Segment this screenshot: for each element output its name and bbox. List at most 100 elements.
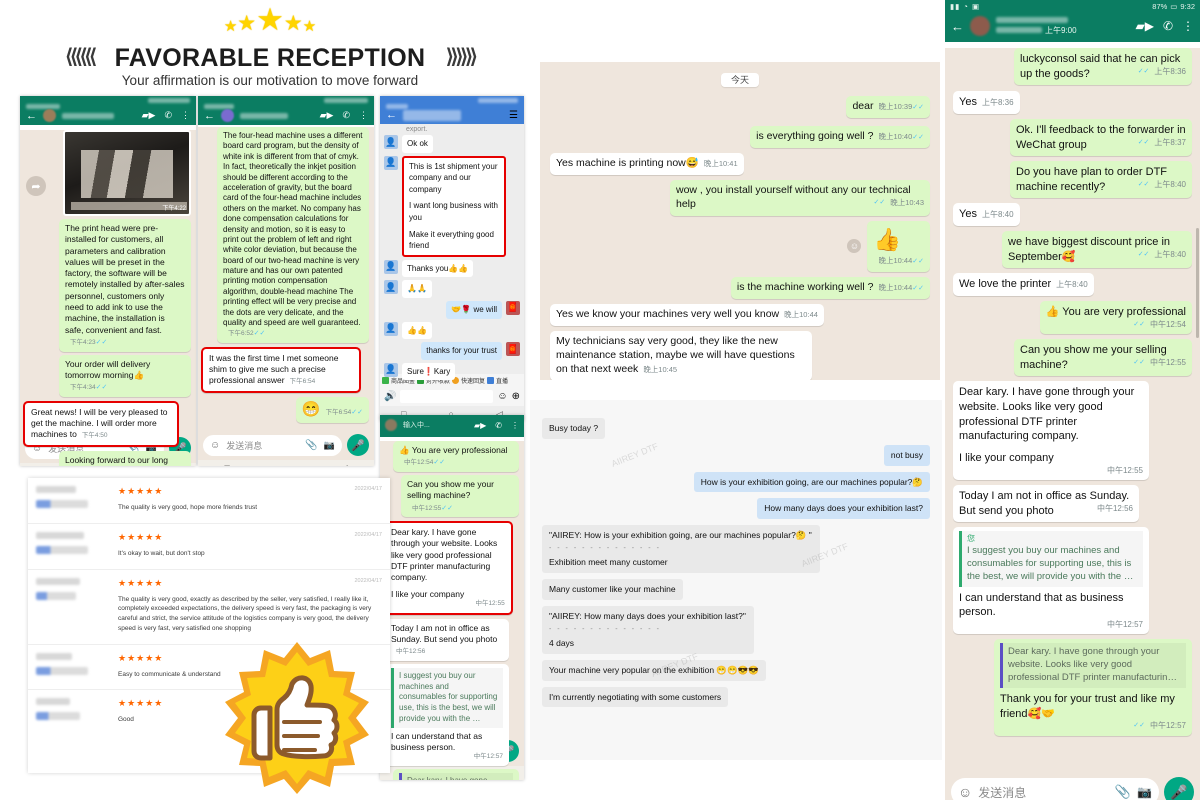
message-input[interactable]: ☺ 发送消息 📎 📷 [203, 434, 342, 456]
avatar[interactable]: 👤 [384, 362, 398, 377]
more-options-icon[interactable]: ⋮ [511, 421, 519, 430]
message-time: 中午12:56 [1096, 503, 1133, 513]
camera-icon[interactable]: 📷 [1137, 785, 1152, 799]
mic-icon[interactable]: 🎤 [1164, 777, 1194, 800]
message-text: Thank you for your trust and like my fri… [1000, 692, 1175, 720]
phone-icon[interactable]: ✆ [342, 110, 350, 121]
circle-icon[interactable]: ○ [283, 463, 288, 466]
voice-icon[interactable]: 🔊 [384, 391, 396, 402]
read-receipt-icon: ✓✓ [441, 504, 454, 512]
message-time: 上午8:40 [1154, 179, 1186, 189]
square-icon[interactable]: □ [224, 463, 229, 466]
message-time: 晚上10:45 [643, 364, 678, 374]
message-image[interactable]: 下午4:22 [63, 130, 191, 216]
review-date: 2022/04/17 [354, 531, 382, 538]
star-icon: ★ [283, 12, 303, 35]
avatar[interactable]: 👤 [384, 259, 398, 274]
message-text: dear [852, 100, 874, 112]
avatar[interactable]: 🧧 [506, 300, 520, 315]
video-call-icon[interactable]: ▰▶ [1135, 19, 1153, 33]
message-text: Ok ok [402, 135, 433, 153]
forward-icon[interactable]: ➦ [26, 176, 46, 196]
avatar[interactable]: 👤 [384, 135, 398, 149]
typing-status: 输入中... [403, 422, 430, 429]
message-time: 中午12:55 [412, 504, 442, 512]
message-text: Today I am not in office as Sunday. But … [391, 622, 498, 644]
message-text: Thanks you👍👍 [402, 259, 474, 278]
chat-panel-1: ← ▰▶ ✆ ⋮ ➦ 下午4:22 The print head were pr… [20, 96, 196, 466]
video-call-icon[interactable]: ▰▶ [320, 110, 334, 121]
message-text: Dear kary. I have gone through your webs… [959, 386, 1135, 443]
more-options-icon[interactable]: ⋮ [181, 110, 190, 121]
plus-icon[interactable]: ⊕ [512, 391, 520, 402]
avatar[interactable] [221, 109, 234, 122]
reviewer-badge [36, 500, 88, 508]
message-time: 上午8:37 [1154, 137, 1186, 147]
review-text: The quality is very good, exactly as des… [118, 595, 372, 632]
message-time: 中午12:54 [404, 459, 434, 467]
message-text: 🙏🙏 [402, 280, 432, 298]
message-text: Yes [959, 208, 977, 221]
table-row: ★★★★★ 2022/04/17 The quality is very good… [28, 570, 390, 645]
message-text: The four-head machine uses a different b… [223, 131, 363, 328]
reviewer-name [36, 577, 80, 585]
read-receipt-icon: ✓✓ [912, 258, 924, 266]
read-receipt-icon: ✓✓ [95, 384, 108, 392]
reaction-icon[interactable]: ☺ [847, 239, 862, 254]
avatar[interactable] [970, 16, 990, 36]
back-arrow-icon[interactable]: ← [386, 109, 397, 121]
menu-icon[interactable]: ☰ [509, 110, 518, 121]
message-text: 🤝🌹 we will [446, 300, 502, 319]
message-time: 下午4:34 [70, 384, 96, 392]
message-text: Busy today ? [542, 418, 606, 439]
scrollbar[interactable] [1196, 228, 1199, 338]
triangle-back-icon[interactable]: ◁ [341, 463, 348, 467]
avatar[interactable]: 👤 [384, 280, 398, 295]
message-text: 👍 You are very professional [1045, 305, 1186, 318]
avatar[interactable]: 👤 [384, 321, 398, 336]
avatar[interactable]: 🧧 [506, 342, 520, 357]
review-date: 2022/04/17 [354, 577, 382, 584]
message-text: not busy [883, 444, 930, 466]
more-options-icon[interactable]: ⋮ [1182, 19, 1194, 33]
message-text: Yes [959, 96, 977, 109]
attach-icon[interactable]: 📎 [1115, 784, 1131, 800]
message-input[interactable] [400, 390, 494, 403]
attach-icon[interactable]: 📎 [305, 440, 317, 451]
camera-icon[interactable]: 📷 [324, 440, 335, 451]
message-time: 中午12:56 [396, 648, 426, 656]
back-arrow-icon[interactable]: ← [26, 110, 37, 122]
message-text: I'm currently negotiating with some cust… [542, 686, 729, 708]
back-arrow-icon[interactable]: ← [951, 19, 964, 34]
message-time: 晚上10:43 [890, 197, 924, 207]
message-text: I want long business with you [409, 201, 498, 222]
message-text: How is your exhibition going, are our ma… [693, 471, 930, 493]
chat-topbar: ← 上午9:00 ▰▶ ✆ ⋮ [945, 13, 1200, 42]
page-title: FAVORABLE RECEPTION [114, 44, 426, 72]
message-time: 上午8:36 [981, 98, 1014, 108]
emoji-icon[interactable]: ☺ [497, 391, 507, 402]
avatar[interactable] [385, 419, 397, 431]
message-text: Your machine very popular on the exhibit… [542, 659, 766, 681]
back-arrow-icon[interactable]: ← [204, 110, 215, 122]
mic-icon[interactable]: 🎤 [347, 434, 369, 456]
message-input[interactable]: ☺ 发送消息 📎 📷 [951, 778, 1159, 800]
phone-icon[interactable]: ✆ [495, 421, 502, 430]
avatar[interactable] [43, 109, 56, 122]
read-receipt-icon: ✓✓ [912, 104, 924, 111]
message-time: 上午8:40 [1154, 249, 1186, 259]
avatar[interactable]: 👤 [384, 155, 398, 170]
more-options-icon[interactable]: ⋮ [359, 110, 368, 121]
phone-icon[interactable]: ✆ [164, 110, 172, 121]
video-call-icon[interactable]: ▰▶ [142, 110, 156, 121]
phone-icon[interactable]: ✆ [1163, 19, 1173, 33]
whatsapp-header-1: ← ▰▶ ✆ ⋮ [20, 96, 196, 125]
contact-name [62, 112, 114, 119]
reviewer-badge [36, 545, 88, 554]
emoji-icon[interactable]: ☺ [958, 784, 972, 800]
emoji-icon[interactable]: ☺ [210, 440, 220, 451]
video-call-icon[interactable]: ▰▶ [474, 421, 486, 430]
star-icon: ★ [256, 2, 284, 37]
message-text: I like your company [959, 451, 1054, 464]
chat-panel-3: ← ☰ export. 👤 Ok ok 👤 This is 1st shipmen… [380, 96, 524, 421]
